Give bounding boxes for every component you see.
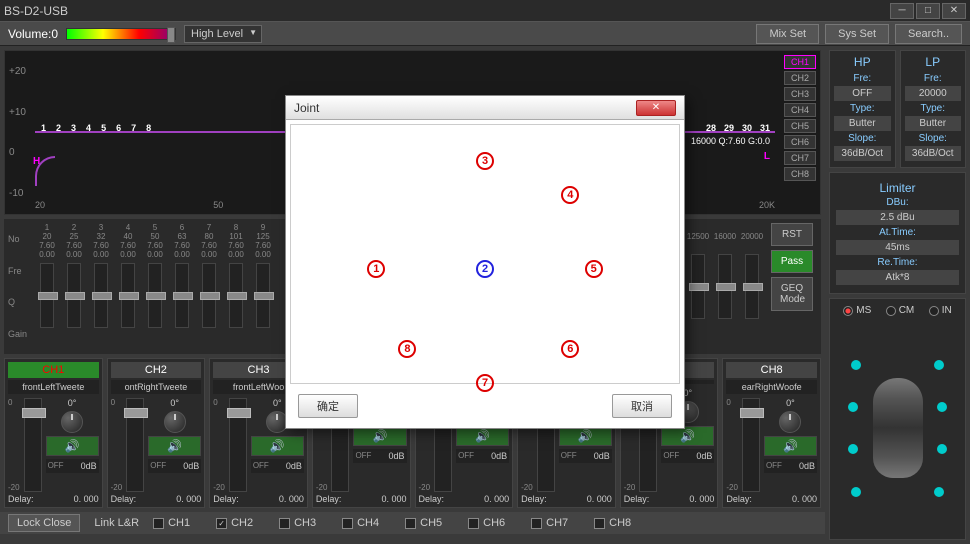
modal-footer: 确定 取消 [286, 388, 684, 428]
joint-node[interactable]: 3 [476, 152, 494, 170]
joint-node[interactable]: 7 [476, 374, 494, 392]
joint-dialog: Joint ✕ 3 4 1 2 5 8 6 7 确定 取消 [285, 95, 685, 429]
joint-node[interactable]: 6 [561, 340, 579, 358]
joint-node[interactable]: 8 [398, 340, 416, 358]
modal-cancel-button[interactable]: 取消 [612, 394, 672, 418]
joint-node[interactable]: 2 [476, 260, 494, 278]
modal-titlebar[interactable]: Joint ✕ [286, 96, 684, 120]
modal-ok-button[interactable]: 确定 [298, 394, 358, 418]
joint-node[interactable]: 4 [561, 186, 579, 204]
joint-node[interactable]: 5 [585, 260, 603, 278]
modal-close-button[interactable]: ✕ [636, 100, 676, 116]
modal-overlay: Joint ✕ 3 4 1 2 5 8 6 7 确定 取消 [0, 0, 970, 544]
modal-title: Joint [294, 101, 319, 115]
joint-node[interactable]: 1 [367, 260, 385, 278]
joint-canvas[interactable]: 34125867 [290, 124, 680, 384]
